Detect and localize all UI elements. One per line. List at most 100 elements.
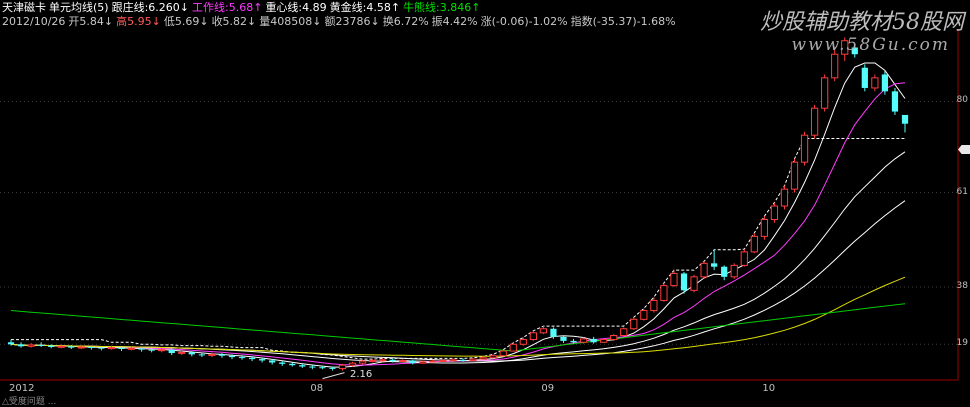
x-tick-label-3: 10 [762,383,776,394]
line-ma30 [10,200,906,362]
indicator-label-0: 天津磁卡 [2,1,46,14]
candle-body [148,349,155,351]
candle-body [711,263,718,267]
candle-86 [871,74,879,92]
candle-body [279,362,286,364]
y-tick-label-3: 19 [956,338,968,349]
candle-body [760,218,768,237]
ohlc-info-row: 2012/10/26 开5.84↓ 高5.95↓ 低5.69↓ 收5.82↓ 量40850… [2,15,679,28]
candle-body [831,53,839,79]
candle-body [479,357,487,360]
candle-42 [429,359,437,363]
candle-body [228,355,236,358]
candle-body [259,359,266,361]
low-price-annotation: 2.16 [350,369,373,380]
x-tick-label-0: 2012 [9,383,35,394]
candle-body [158,349,166,352]
candle-62 [630,317,638,331]
candle-68 [690,274,698,293]
candle-body [579,338,588,343]
candle-body [449,359,457,362]
candle-5 [57,344,65,349]
candle-body [690,276,698,291]
candle-body [740,251,748,266]
candle-body [77,346,85,349]
candle-body [770,205,779,220]
candle-body [821,77,829,109]
candle-50 [509,342,517,352]
candle-body [640,310,648,320]
candle-60 [610,334,618,341]
candle-2 [27,342,35,348]
ohlc-field-5: 量408508↓ [259,15,322,28]
candle-53 [539,326,548,335]
candle-body [289,363,296,366]
candle-76 [770,202,779,223]
candle-body [27,344,35,347]
y-tick-label-0: 80 [956,95,968,106]
x-tick-label-2: 09 [541,383,555,394]
candle-body [439,359,447,362]
candle-body [509,343,517,352]
candle-1 [17,342,25,348]
candle-body [721,266,728,277]
candle-66 [670,270,678,287]
candle-body [358,360,367,364]
candle-body [68,346,75,348]
indicator-lines [10,62,906,380]
candle-body [329,367,336,369]
candle-body [38,344,45,346]
candle-33 [338,363,347,371]
candle-body [299,365,306,367]
low-pointer-line [322,372,345,380]
candle-body [459,359,467,361]
chart-stage[interactable]: 天津磁卡 单元均线(5) 跟庄线:6.260↓ 工作线:5.68↑ 重心线:4.89 黄金… [0,0,970,407]
candle-80 [810,104,819,139]
candle-52 [529,330,537,341]
y-tick-label-2: 38 [956,280,968,291]
candle-55 [560,335,567,343]
line-sky [11,138,905,360]
candle-58 [590,336,597,344]
candle-81 [821,74,829,112]
x-tick-label-1: 08 [310,383,324,394]
watermark-title: 炒股辅助教材58股网 [760,10,964,35]
candle-85 [861,64,868,92]
indicator-header-row: 天津磁卡 单元均线(5) 跟庄线:6.260↓ 工作线:5.68↑ 重心线:4.89 黄金… [2,1,483,14]
candle-body [610,335,618,341]
candle-body [48,345,55,347]
candle-body [700,262,708,278]
candle-body [369,359,377,362]
candle-body [780,188,789,207]
indicator-label-4: 重心线:4.89 [265,1,327,14]
candle-body [429,360,437,363]
candle-body [218,354,226,356]
candle-body [539,328,548,334]
indicator-label-3: 工作线:5.68↑ [192,1,263,14]
candle-body [389,359,396,362]
candlestick-chart[interactable] [0,0,970,401]
candle-body [529,332,537,341]
candle-body [730,264,738,278]
candle-40 [409,359,416,365]
candle-body [178,351,186,354]
candle-63 [640,308,648,321]
candle-body [17,344,25,347]
indicator-label-2: 跟庄线:6.260↓ [111,1,190,14]
candle-39 [399,359,407,362]
candle-79 [800,131,809,166]
candle-87 [881,71,889,95]
candle-body [680,273,688,291]
candle-body [810,107,819,136]
candle-body [399,359,407,362]
candle-7 [77,344,85,349]
candle-body [891,91,899,112]
ohlc-field-0: 2012/10/26 [2,15,66,28]
candle-77 [780,185,789,210]
candle-body [670,272,678,287]
ohlc-field-4: 收5.82↓ [211,15,257,28]
candle-28 [289,362,296,367]
ohlc-field-6: 额23786↓ [324,15,380,28]
candle-body [469,358,477,361]
candle-body [800,134,809,163]
